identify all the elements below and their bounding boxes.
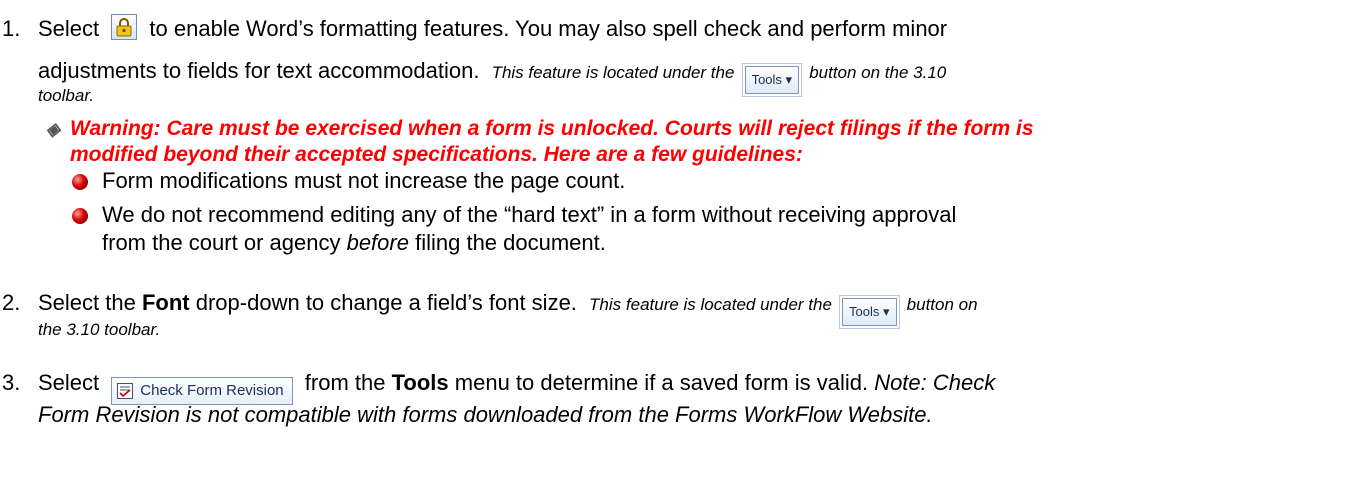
bullet-text-emphasis: before xyxy=(346,230,409,255)
item-text-bold: Font xyxy=(141,290,190,315)
diamond-bullet-icon: ◈ xyxy=(46,119,60,139)
bullet-item-continued: from the court or agency before filing t… xyxy=(102,230,606,256)
check-form-revision-label: Check Form Revision xyxy=(140,382,284,399)
item-note: This feature is located under the xyxy=(491,63,735,82)
check-form-revision-button[interactable]: Check Form Revision xyxy=(111,377,293,405)
item-1-line-3: toolbar. xyxy=(38,86,95,105)
item-text: Select the xyxy=(38,290,136,315)
bullet-item: We do not recommend editing any of the “… xyxy=(72,202,956,228)
item-number: 1. xyxy=(2,16,21,41)
item-note: Note: Check xyxy=(874,370,996,395)
item-text: Select xyxy=(38,16,100,41)
padlock-icon[interactable] xyxy=(111,14,138,40)
document-page: 1. Select to enable Word’s formatting fea… xyxy=(0,0,1357,500)
tools-button[interactable]: Tools ▾ xyxy=(839,295,900,329)
warning-line-2: modified beyond their accepted specifica… xyxy=(70,143,803,166)
checklist-icon xyxy=(117,383,134,399)
item-text: from the xyxy=(304,370,386,395)
item-note: button on xyxy=(906,295,978,314)
item-text: Select xyxy=(38,370,100,395)
warning-text: Warning: Care must be exercised when a f… xyxy=(70,117,1034,140)
red-bullet-icon xyxy=(72,208,88,224)
item-text-bold: Tools xyxy=(391,370,449,395)
item-1-line-2: adjustments to fields for text accommoda… xyxy=(38,58,947,97)
item-text: drop-down to change a field’s font size. xyxy=(195,290,577,315)
bullet-item: Form modifications must not increase the… xyxy=(72,168,625,194)
item-note: button on the 3.10 xyxy=(809,63,947,82)
item-number: 3. xyxy=(2,370,21,395)
red-bullet-icon xyxy=(72,174,88,190)
item-1-line-1: 1. Select to enable Word’s formatting fea… xyxy=(2,14,947,42)
bullet-text: Form modifications must not increase the… xyxy=(102,168,626,193)
bullet-text: We do not recommend editing any of the “… xyxy=(102,202,957,227)
item-note: This feature is located under the xyxy=(589,295,832,314)
item-number: 2. xyxy=(2,290,21,315)
item-text: to enable Word’s formatting features. Yo… xyxy=(149,16,948,41)
item-3-line-1: 3. Select Check Form Revision from the To… xyxy=(2,370,995,405)
bullet-text: from the court or agency xyxy=(102,230,341,255)
bullet-text: filing the document. xyxy=(415,230,606,255)
tools-button[interactable]: Tools ▾ xyxy=(741,63,803,97)
item-3-line-2: Form Revision is not compatible with for… xyxy=(38,402,933,427)
item-2-line-2: the 3.10 toolbar. xyxy=(38,320,161,339)
warning-line-1: ◈ Warning: Care must be exercised when a … xyxy=(46,116,1034,142)
item-text: menu to determine if a saved form is val… xyxy=(454,370,869,395)
item-text: adjustments to fields for text accommoda… xyxy=(38,58,480,83)
